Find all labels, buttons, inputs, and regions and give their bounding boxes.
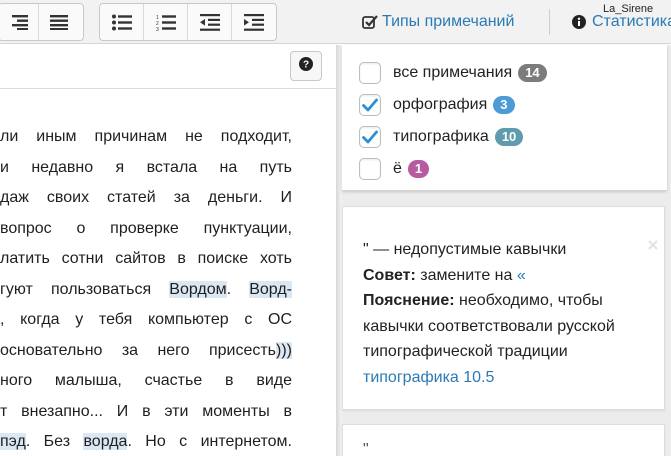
line-text: вопрос о проверке пунктуации, bbox=[0, 219, 292, 237]
line-text: ного малыша, счастье в виде bbox=[0, 372, 292, 389]
svg-text:?: ? bbox=[303, 59, 309, 70]
filter-checkbox[interactable] bbox=[359, 158, 381, 180]
numbered-list-button[interactable]: 123 bbox=[144, 4, 188, 40]
note-card: " — недопустимые кавычки Совет: замените… bbox=[342, 206, 665, 410]
filter-label: типографика bbox=[393, 128, 489, 145]
highlighted-word[interactable]: Вордом bbox=[169, 280, 227, 298]
question-circle-icon: ? bbox=[299, 56, 313, 76]
filter-row[interactable]: типографика 10 bbox=[359, 125, 524, 149]
line-text: ли иным причинам не подходит, bbox=[0, 128, 292, 145]
note-title: " — недопустимые кавычки bbox=[363, 241, 567, 258]
note-card-body: " — недопустимые кавычки Совет: замените… bbox=[363, 237, 663, 390]
align-right-button[interactable] bbox=[0, 4, 39, 40]
indent-icon bbox=[244, 13, 264, 31]
statistics-label: Статистика bbox=[592, 13, 671, 30]
help-button[interactable]: ? bbox=[290, 51, 322, 81]
count-badge: 10 bbox=[494, 128, 524, 146]
filter-label: все примечания bbox=[393, 64, 513, 81]
editor-line: т внезапно... И в эти моменты в bbox=[0, 397, 292, 428]
editor-line: , когда у тебя компьютер с ОС bbox=[0, 305, 292, 336]
editor-line: основательно за него присесть))) bbox=[0, 336, 292, 367]
editor-text-area[interactable]: ли иным причинам не подходит, и недавно я… bbox=[0, 122, 292, 456]
align-justify-button[interactable] bbox=[39, 4, 79, 40]
align-justify-icon bbox=[50, 14, 68, 30]
advice-label: Совет: bbox=[363, 266, 416, 284]
count-badge: 1 bbox=[407, 160, 430, 178]
editor-line: и недавно я встала на путь bbox=[0, 153, 292, 184]
bulleted-list-icon bbox=[111, 14, 132, 31]
filter-checkbox[interactable] bbox=[359, 126, 381, 148]
editor-line: ли иным причинам не подходит, bbox=[0, 122, 292, 153]
highlighted-word[interactable]: Ворд- bbox=[249, 280, 292, 298]
filter-row[interactable]: орфография 3 bbox=[359, 93, 515, 117]
editor-line: гуют пользоваться Вордом. Ворд- bbox=[0, 275, 292, 306]
info-circle-icon bbox=[572, 15, 586, 29]
note-types-link[interactable]: Типы примечаний bbox=[362, 13, 514, 31]
line-text: . bbox=[226, 280, 250, 298]
highlighted-word[interactable]: ворда bbox=[83, 433, 128, 450]
line-text: т внезапно... И в эти моменты в bbox=[0, 402, 292, 420]
editor-line: ного малыша, счастье в виде bbox=[0, 366, 292, 397]
editor-toolbar: 123 Типы примечаний La_Sirene Статистика bbox=[0, 0, 671, 44]
highlighted-word[interactable]: пэд bbox=[0, 433, 26, 450]
filter-row[interactable]: ё1 bbox=[359, 157, 430, 181]
explain-label: Пояснение: bbox=[363, 292, 455, 309]
line-text: . Но с интернетом. bbox=[127, 433, 292, 450]
line-text: гуют пользоваться bbox=[0, 280, 170, 298]
outdent-icon bbox=[199, 13, 220, 31]
line-text: основательно за него присесть bbox=[0, 341, 277, 359]
align-button-group bbox=[0, 3, 84, 41]
rule-link[interactable]: типографика 10.5 bbox=[363, 365, 663, 391]
note-types-label: Типы примечаний bbox=[382, 13, 515, 30]
filter-row[interactable]: все примечания 14 bbox=[359, 61, 547, 85]
statistics-link[interactable]: Статистика bbox=[572, 13, 671, 31]
toolbar-divider bbox=[549, 9, 550, 35]
filter-checkbox[interactable] bbox=[359, 94, 381, 116]
editor-line: пэд. Без ворда. Но с интернетом. bbox=[0, 427, 292, 456]
line-text: . Без bbox=[25, 433, 84, 450]
align-right-icon bbox=[10, 14, 28, 30]
note-card: " bbox=[342, 424, 665, 456]
indent-button[interactable] bbox=[232, 4, 276, 40]
note-advice: Совет: замените на « bbox=[363, 263, 663, 289]
checkmark-icon bbox=[362, 130, 378, 144]
count-badge: 3 bbox=[493, 96, 515, 114]
numbered-list-icon: 123 bbox=[156, 14, 176, 31]
svg-text:3: 3 bbox=[156, 27, 159, 31]
editor-line: латить сотни сайтов в поиске хоть bbox=[0, 244, 292, 275]
line-text: и недавно я встала на путь bbox=[0, 158, 292, 176]
editor-line: даж своих статей за деньги. И bbox=[0, 183, 292, 214]
filter-checkbox[interactable] bbox=[359, 62, 381, 84]
advice-quote[interactable]: « bbox=[517, 267, 526, 284]
bulleted-list-button[interactable] bbox=[100, 4, 144, 40]
checkmark-icon bbox=[362, 98, 378, 112]
filter-label: ё bbox=[393, 160, 402, 177]
filter-label: орфография bbox=[393, 96, 488, 113]
note-title: " bbox=[363, 441, 369, 456]
outdent-button[interactable] bbox=[188, 4, 232, 40]
editor-header: ? bbox=[0, 45, 336, 89]
checkbox-edit-icon bbox=[362, 14, 378, 30]
list-button-group: 123 bbox=[99, 3, 277, 41]
line-text: , когда у тебя компьютер с ОС bbox=[0, 311, 292, 328]
editor-line: вопрос о проверке пунктуации, bbox=[0, 214, 292, 245]
highlighted-word[interactable]: ))) bbox=[276, 341, 292, 359]
note-filter-panel: все примечания 14 орфография 3 типографика 10… bbox=[342, 45, 667, 191]
note-explanation: Пояснение: необходимо, чтобы кавычки соо… bbox=[363, 288, 663, 365]
advice-text: замените на bbox=[415, 266, 517, 284]
line-text: латить сотни сайтов в поиске хоть bbox=[0, 250, 292, 267]
line-text: даж своих статей за деньги. И bbox=[0, 189, 292, 206]
count-badge: 14 bbox=[518, 64, 547, 82]
